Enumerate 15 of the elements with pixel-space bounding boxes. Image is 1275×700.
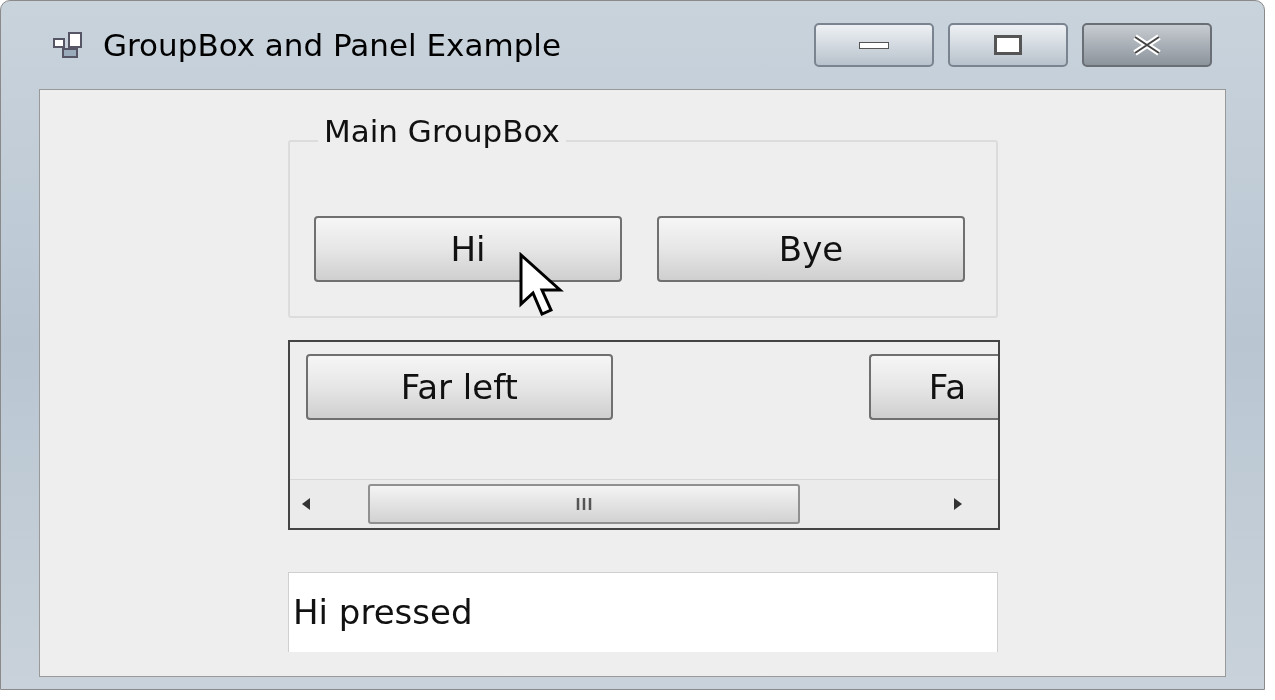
maximize-button[interactable] [948, 23, 1068, 67]
minimize-button[interactable] [814, 23, 934, 67]
scroll-right-icon[interactable] [952, 496, 964, 511]
push-button[interactable]: Far left [306, 354, 613, 420]
close-button[interactable] [1082, 23, 1212, 67]
grip-icon [575, 496, 593, 511]
push-button[interactable]: Hi [314, 216, 622, 282]
push-button[interactable]: Fa [868, 354, 998, 420]
scrollbar-thumb[interactable] [368, 483, 800, 524]
app-icon [53, 31, 83, 59]
push-button[interactable]: Bye [657, 216, 965, 282]
close-icon [1130, 34, 1164, 56]
window-title: GroupBox and Panel Example [103, 25, 561, 65]
output-field[interactable]: Hi pressed [288, 572, 998, 652]
scroll-left-icon[interactable] [300, 496, 312, 511]
